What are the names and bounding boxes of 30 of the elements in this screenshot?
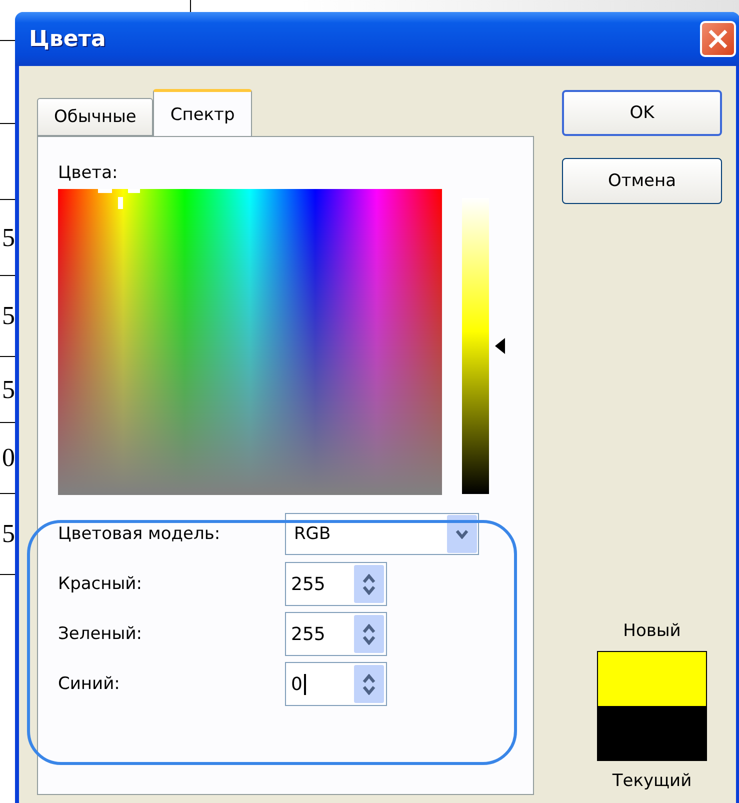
field-label: Цветовая модель: <box>58 524 222 544</box>
field-label: Красный: <box>58 574 143 594</box>
field-label: Зеленый: <box>58 624 143 644</box>
number-field[interactable]: 255 <box>285 612 387 656</box>
tab[interactable]: Спектр <box>153 89 252 137</box>
dropdown-button[interactable] <box>447 515 477 553</box>
color-model-dropdown[interactable]: RGB <box>285 513 479 555</box>
table-cell: 5 <box>2 521 15 547</box>
close-icon <box>707 28 729 50</box>
number-field[interactable]: 255 <box>285 562 387 606</box>
slider-thumb[interactable] <box>495 338 505 354</box>
table-cell: 0 <box>2 445 15 471</box>
spin-button[interactable] <box>354 565 384 603</box>
table-cell: 5 <box>2 303 15 329</box>
spectrum-field[interactable] <box>58 189 442 495</box>
spectrum-label: Цвета: <box>58 163 119 183</box>
dialog-button[interactable]: OK <box>562 90 722 136</box>
window-title: Цвета <box>29 26 106 52</box>
swatch-label: Новый <box>623 621 681 641</box>
table-cell: 5 <box>2 376 15 402</box>
field-label: Синий: <box>58 674 121 694</box>
luminance-slider[interactable] <box>462 198 506 494</box>
table-cell: 5 <box>2 224 15 250</box>
number-field[interactable]: 0 <box>285 662 387 706</box>
tab[interactable]: Обычные <box>37 98 154 136</box>
swatch-label: Текущий <box>612 771 692 791</box>
spin-button[interactable] <box>354 665 384 703</box>
spin-button[interactable] <box>354 615 384 653</box>
close-button[interactable] <box>700 21 736 57</box>
dialog-button[interactable]: Отмена <box>562 158 722 204</box>
